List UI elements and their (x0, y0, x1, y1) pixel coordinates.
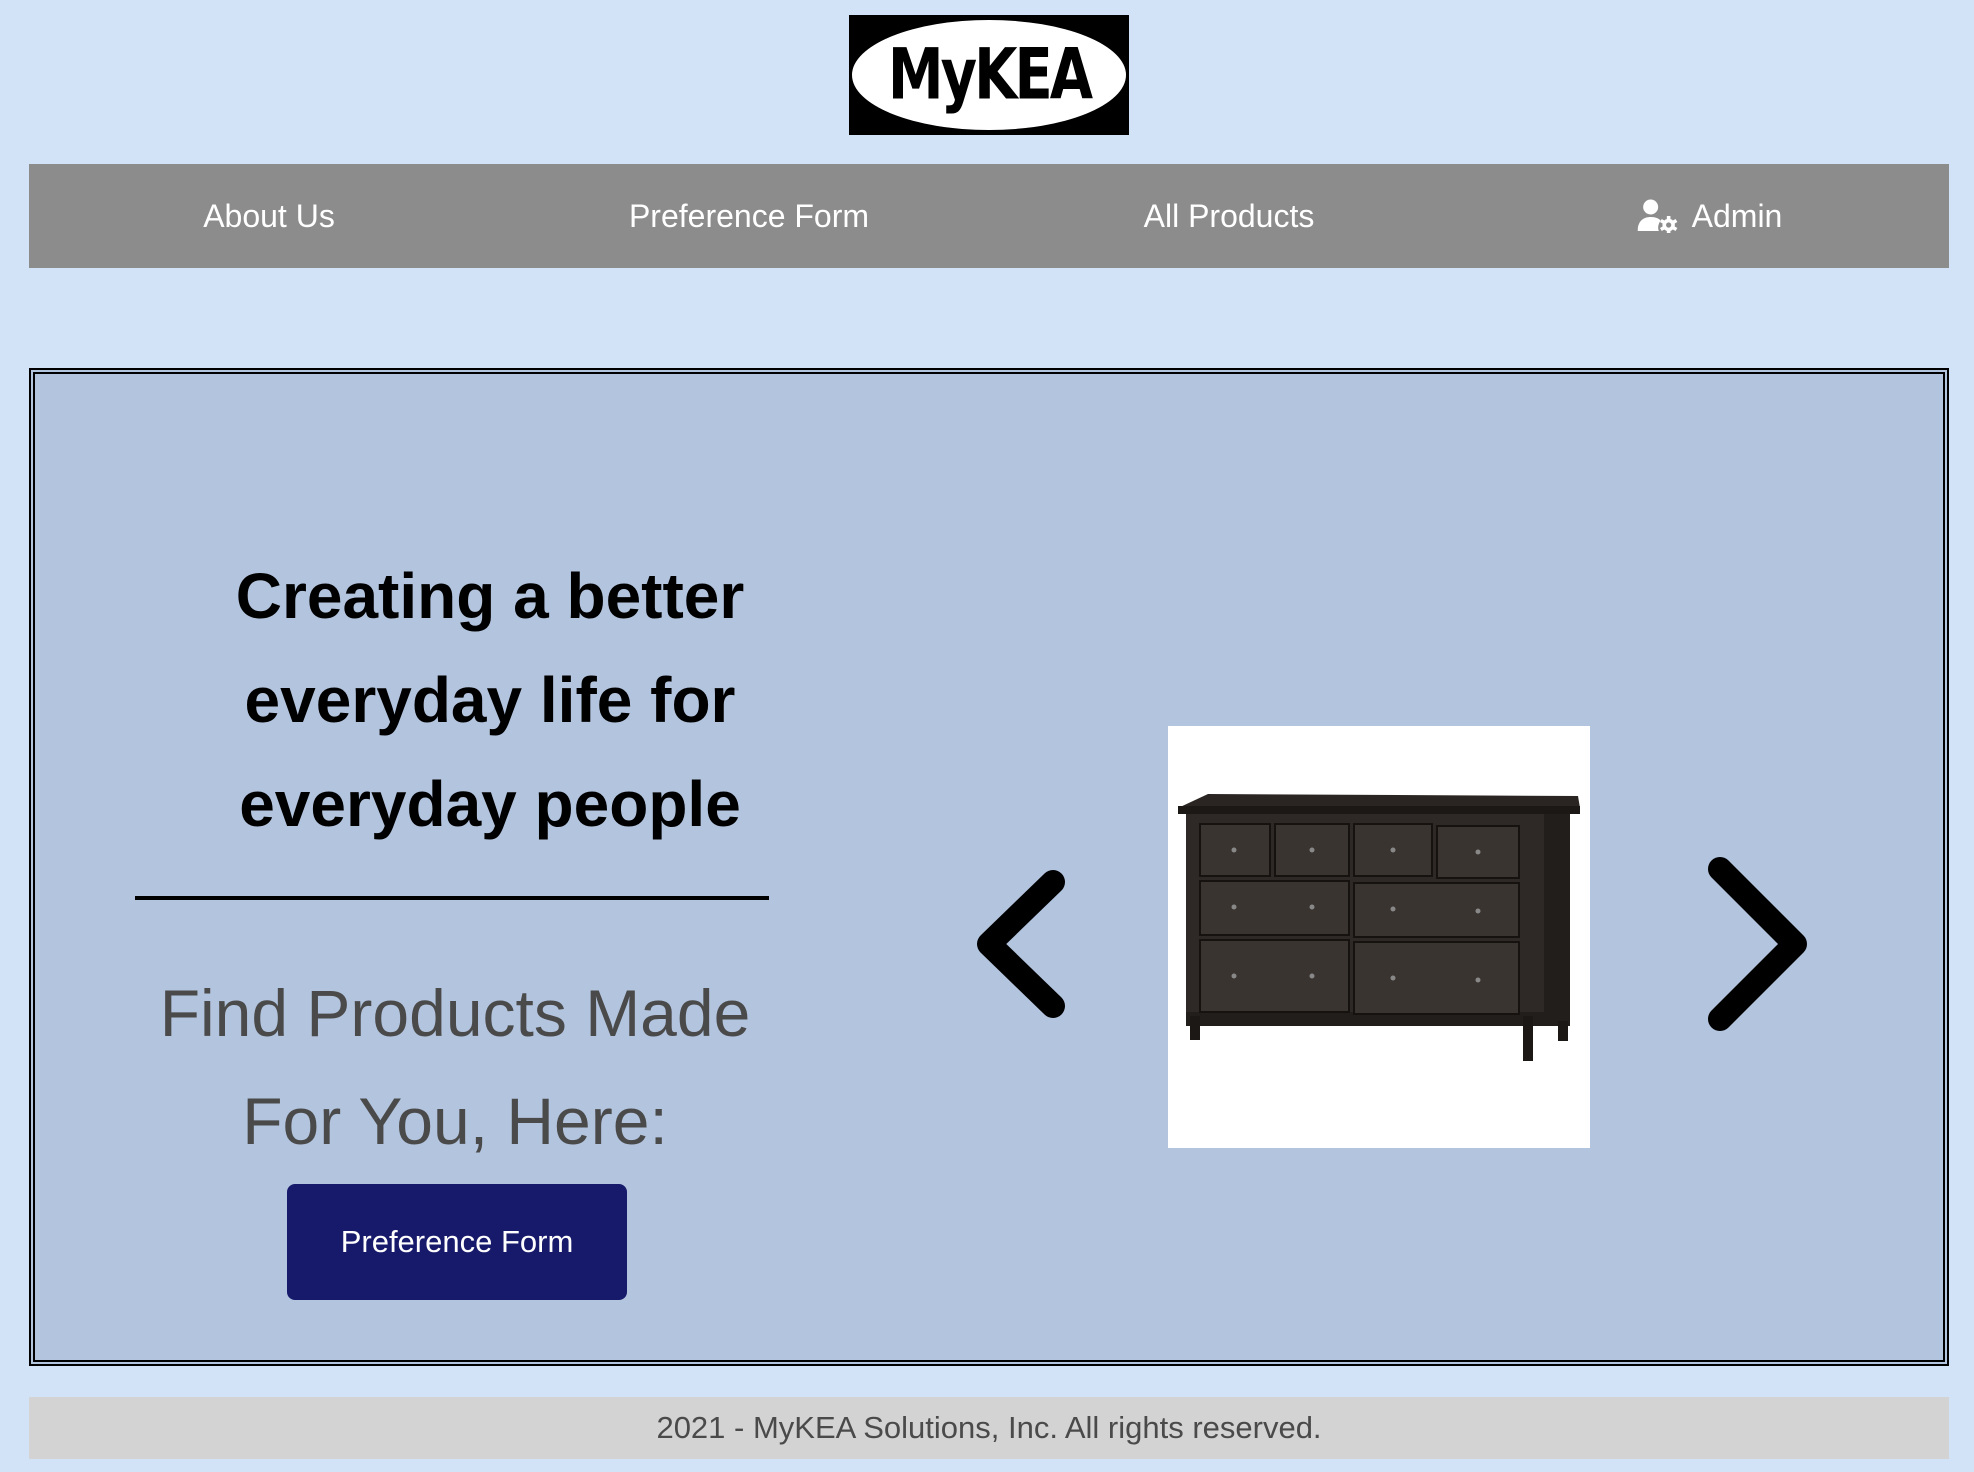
nav-item-admin[interactable]: Admin (1637, 164, 1783, 268)
hero-subheadline: Find Products Made For You, Here: (159, 976, 751, 1158)
chevron-left-icon (977, 870, 1065, 1018)
footer: 2021 - MyKEA Solutions, Inc. All rights … (29, 1397, 1949, 1459)
nav-item-all-products[interactable]: All Products (1144, 164, 1315, 268)
carousel-next-button[interactable] (1685, 844, 1815, 1044)
footer-copyright: 2021 - MyKEA Solutions, Inc. All rights … (656, 1410, 1322, 1445)
user-gear-icon (1637, 199, 1678, 233)
carousel-image (1168, 726, 1590, 1148)
nav-item-label: All Products (1143, 197, 1315, 234)
logo-oval: MyKEA (852, 20, 1126, 130)
divider (135, 896, 769, 900)
hero-section: Creating a better everyday life for ever… (29, 368, 1949, 1366)
chevron-right-icon (1708, 857, 1807, 1031)
nav-item-label: About Us (203, 197, 335, 234)
logo[interactable]: MyKEA (849, 15, 1129, 135)
nav-item-label: Admin (1691, 197, 1783, 234)
hero-headline: Creating a better everyday life for ever… (235, 560, 745, 840)
nav-item-preference-form[interactable]: Preference Form (629, 164, 869, 268)
carousel-prev-button[interactable] (961, 854, 1091, 1034)
navigation-bar: About Us Preference Form All Products Ad… (29, 164, 1949, 268)
logo-text: MyKEA (887, 34, 1093, 116)
preference-form-button[interactable]: Preference Form (287, 1184, 627, 1300)
dresser-image (1178, 794, 1580, 1061)
nav-item-about-us[interactable]: About Us (203, 164, 335, 268)
nav-item-label: Preference Form (628, 197, 870, 234)
